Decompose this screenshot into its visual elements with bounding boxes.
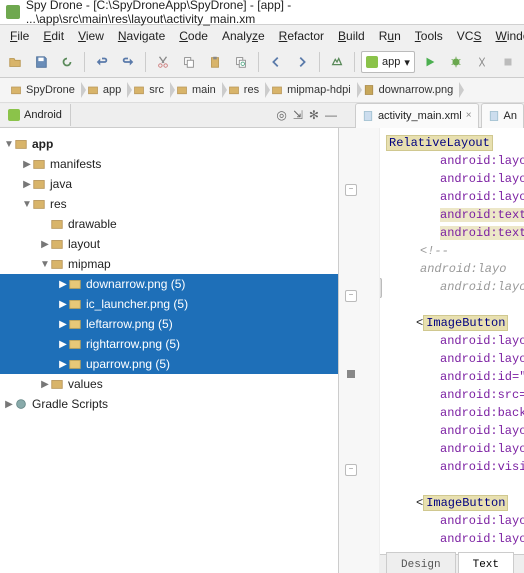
project-view-label: Android — [24, 109, 62, 121]
text-tab[interactable]: Text — [458, 552, 514, 573]
run-config-label: app — [382, 56, 400, 68]
window-title: Spy Drone - [C:\SpyDroneApp\SpyDrone] - … — [26, 0, 518, 26]
tree-node-app[interactable]: ▼app — [0, 134, 338, 154]
back-button[interactable] — [265, 51, 287, 73]
cut-button[interactable] — [152, 51, 174, 73]
tree-node-iclauncher[interactable]: ▶ic_launcher.png (5) — [0, 294, 338, 314]
hide-icon[interactable]: — — [325, 108, 337, 122]
menu-file[interactable]: File — [4, 27, 35, 45]
fold-icon[interactable]: − — [345, 290, 357, 302]
sync-button[interactable] — [56, 51, 78, 73]
undo-button[interactable] — [91, 51, 113, 73]
debug-button[interactable] — [445, 51, 467, 73]
project-tree[interactable]: ▼app ▶manifests ▶java ▼res drawable ▶lay… — [0, 128, 339, 573]
menu-analyze[interactable]: Analyze — [216, 27, 271, 45]
fold-icon[interactable]: − — [345, 184, 357, 196]
crumb-project[interactable]: SpyDrone — [4, 80, 81, 100]
crumb-file[interactable]: downarrow.png — [357, 80, 460, 100]
menu-run[interactable]: Run — [373, 27, 407, 45]
crumb-main[interactable]: main — [170, 80, 222, 100]
editor-tab-label: An — [504, 110, 517, 122]
design-tab[interactable]: Design — [386, 552, 456, 573]
close-icon[interactable]: × — [466, 110, 472, 121]
tree-node-rightarrow[interactable]: ▶rightarrow.png (5) — [0, 334, 338, 354]
menu-build[interactable]: Build — [332, 27, 371, 45]
tree-node-leftarrow[interactable]: ▶leftarrow.png (5) — [0, 314, 338, 334]
tool-tabbar: Android ◎ ⇲ ✻ — activity_main.xml × An — [0, 103, 524, 128]
run-button[interactable] — [419, 51, 441, 73]
menu-code[interactable]: Code — [173, 27, 214, 45]
nav-breadcrumb: SpyDrone app src main res mipmap-hdpi do… — [0, 78, 524, 103]
editor-gutter: − − − — [339, 128, 380, 573]
editor-tab-activity-main[interactable]: activity_main.xml × — [355, 103, 479, 128]
tree-node-mipmap[interactable]: ▼mipmap — [0, 254, 338, 274]
paste-button[interactable] — [204, 51, 226, 73]
splitter-handle[interactable]: ◂ — [380, 278, 382, 298]
tree-node-uparrow[interactable]: ▶uparrow.png (5) — [0, 354, 338, 374]
menu-edit[interactable]: Edit — [37, 27, 70, 45]
editor-tab-second[interactable]: An — [481, 103, 524, 128]
collapse-icon[interactable]: ⇲ — [293, 108, 303, 122]
project-view-tab[interactable]: Android — [0, 104, 71, 126]
tree-node-gradle[interactable]: ▶Gradle Scripts — [0, 394, 338, 414]
forward-button[interactable] — [291, 51, 313, 73]
open-button[interactable] — [4, 51, 26, 73]
run-config-combo[interactable]: app ▾ — [361, 51, 415, 73]
crumb-app[interactable]: app — [81, 80, 127, 100]
android-icon — [8, 109, 20, 121]
menu-navigate[interactable]: Navigate — [112, 27, 171, 45]
menu-view[interactable]: View — [72, 27, 110, 45]
tree-node-java[interactable]: ▶java — [0, 174, 338, 194]
attach-button[interactable] — [471, 51, 493, 73]
menu-tools[interactable]: Tools — [409, 27, 449, 45]
android-icon — [366, 56, 378, 68]
editor-bottom-tabs: Design Text — [380, 554, 524, 573]
stop-button[interactable] — [497, 51, 519, 73]
main-toolbar: app ▾ — [0, 47, 524, 78]
tree-node-res[interactable]: ▼res — [0, 194, 338, 214]
menu-bar: File Edit View Navigate Code Analyze Ref… — [0, 25, 524, 47]
make-button[interactable] — [326, 51, 348, 73]
menu-vcs[interactable]: VCS — [451, 27, 488, 45]
fold-icon[interactable]: − — [345, 464, 357, 476]
tree-node-downarrow[interactable]: ▶downarrow.png (5) — [0, 274, 338, 294]
target-icon[interactable]: ◎ — [276, 108, 286, 122]
save-button[interactable] — [30, 51, 52, 73]
find-button[interactable] — [230, 51, 252, 73]
code-editor[interactable]: ◂ RelativeLayout android:layo android:la… — [380, 128, 524, 573]
tree-node-drawable[interactable]: drawable — [0, 214, 338, 234]
menu-window[interactable]: Window — [489, 27, 524, 45]
copy-button[interactable] — [178, 51, 200, 73]
title-bar: Spy Drone - [C:\SpyDroneApp\SpyDrone] - … — [0, 0, 524, 25]
breakpoint-icon[interactable] — [347, 370, 355, 378]
tree-node-layout[interactable]: ▶layout — [0, 234, 338, 254]
tree-node-values[interactable]: ▶values — [0, 374, 338, 394]
crumb-res[interactable]: res — [222, 80, 265, 100]
crumb-src[interactable]: src — [127, 80, 170, 100]
menu-refactor[interactable]: Refactor — [273, 27, 330, 45]
app-icon — [6, 5, 20, 19]
editor-tab-label: activity_main.xml — [378, 110, 462, 122]
tree-node-manifests[interactable]: ▶manifests — [0, 154, 338, 174]
redo-button[interactable] — [117, 51, 139, 73]
chevron-down-icon: ▾ — [404, 56, 410, 69]
gear-icon[interactable]: ✻ — [309, 108, 319, 122]
crumb-mipmap[interactable]: mipmap-hdpi — [265, 80, 357, 100]
